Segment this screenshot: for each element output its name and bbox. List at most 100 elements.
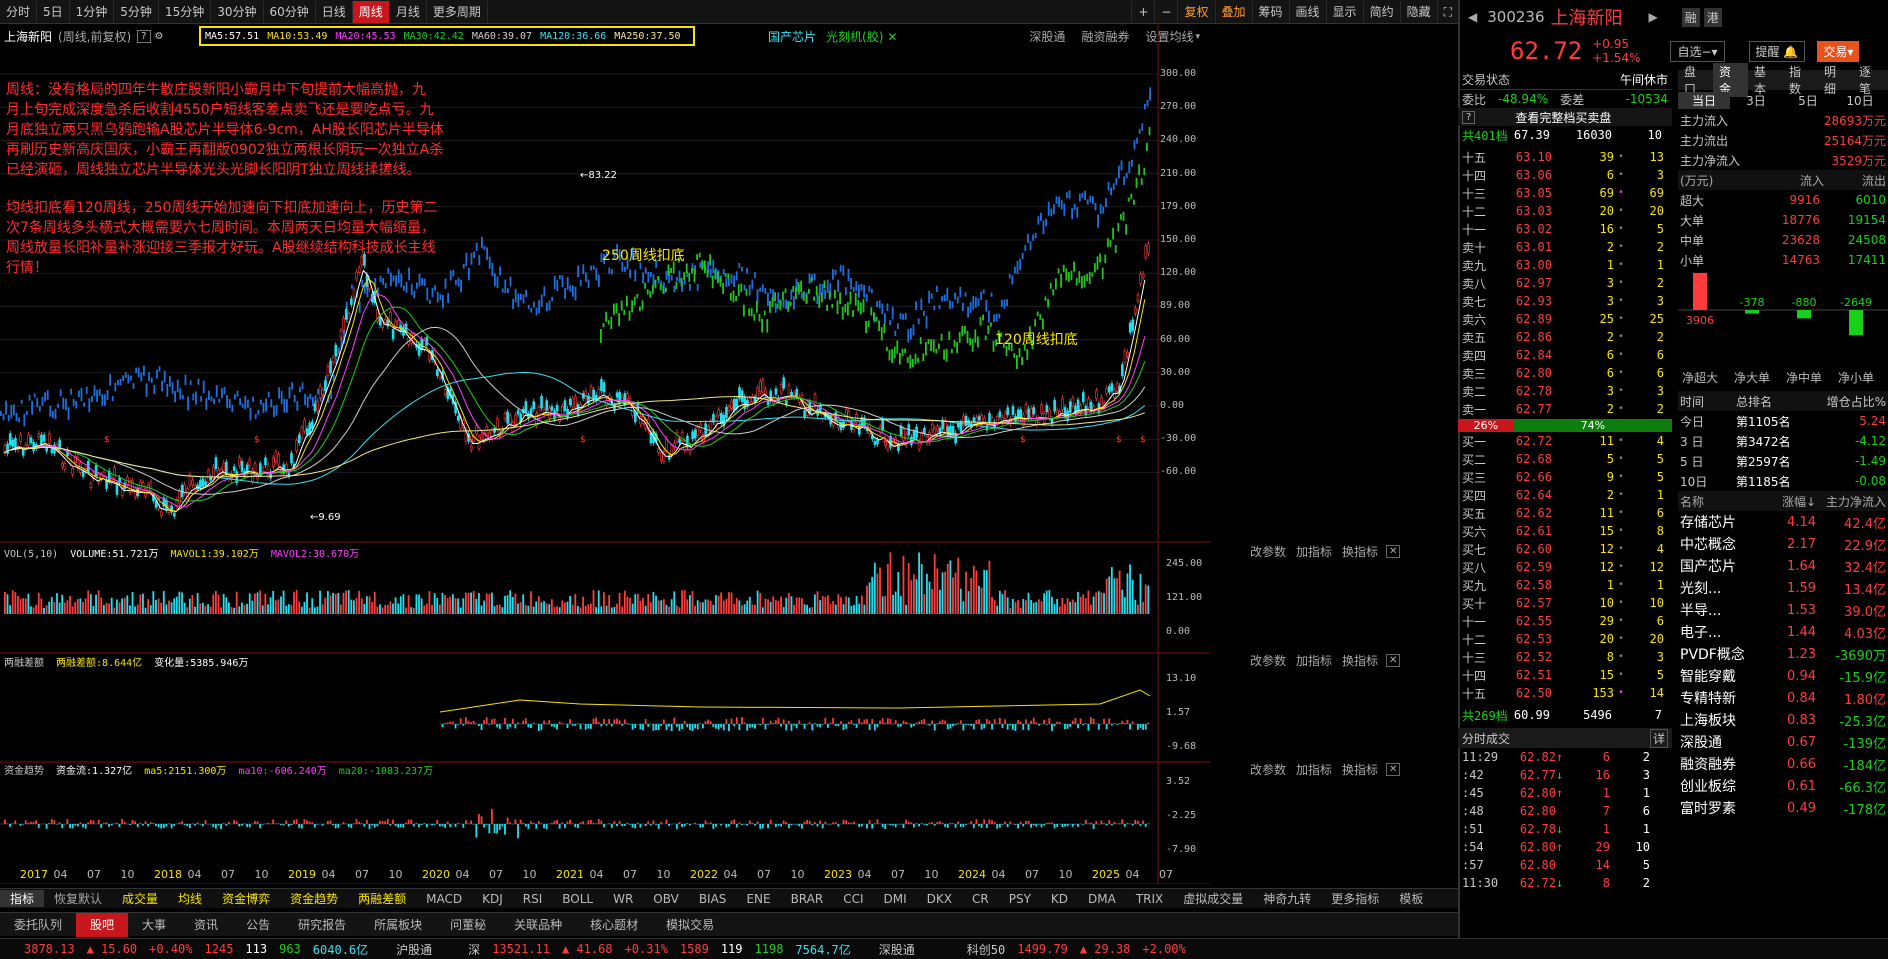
close-icon[interactable]: ✕ — [887, 30, 897, 44]
sector-row[interactable]: 国产芯片 1.64 32.4亿 — [1678, 555, 1888, 577]
chart-tool-button[interactable]: 叠加 — [1214, 0, 1252, 23]
ask-level[interactable]: 卖五 62.86 2 • 2 — [1458, 328, 1672, 346]
chart-tool-button[interactable]: ⛶ — [1436, 0, 1458, 23]
kc-index[interactable]: 1499.79 — [1017, 942, 1068, 956]
margin-badge[interactable]: 融 — [1681, 7, 1700, 27]
ask-level[interactable]: 十五 63.10 39 • 13 — [1458, 148, 1672, 166]
indicator-tab[interactable]: WR — [603, 892, 643, 906]
period-tab[interactable]: 日线 — [316, 0, 353, 23]
indicator-tab[interactable]: MACD — [416, 892, 472, 906]
link-sgt[interactable]: 深股通 — [1029, 28, 1065, 45]
bottom-tab[interactable]: 所属板块 — [360, 913, 436, 937]
indicator-tab[interactable]: DMA — [1078, 892, 1126, 906]
ask-level[interactable]: 十四 63.06 6 • 3 — [1458, 166, 1672, 184]
chart-tool-button[interactable]: + — [1131, 0, 1154, 23]
ask-level[interactable]: 十三 63.05 69 • 69 — [1458, 184, 1672, 202]
next-stock-icon[interactable]: ▶ — [1649, 10, 1658, 24]
indicator-tab[interactable]: TRIX — [1126, 892, 1173, 906]
bid-level[interactable]: 买一 62.72 11 • 4 — [1458, 432, 1672, 450]
trade-button[interactable]: 交易▾ — [1817, 40, 1860, 62]
chart-tool-button[interactable]: 复权 — [1177, 0, 1214, 23]
indicator-tab[interactable]: 更多指标 — [1321, 890, 1389, 907]
bid-level[interactable]: 买二 62.68 5 • 5 — [1458, 450, 1672, 468]
ask-level[interactable]: 卖六 62.89 25 • 25 — [1458, 310, 1672, 328]
indicator-tab[interactable]: OBV — [643, 892, 689, 906]
period-tab[interactable]: 60分钟 — [264, 0, 316, 23]
bid-level[interactable]: 买十 62.57 10 • 10 — [1458, 594, 1672, 612]
bottom-tab[interactable]: 公告 — [232, 913, 284, 937]
indicator-tab[interactable]: 模板 — [1389, 890, 1433, 907]
indicator-tab[interactable]: 资金趋势 — [280, 890, 348, 907]
fund-day-tab[interactable]: 3日 — [1730, 92, 1782, 109]
bottom-tab[interactable]: 委托队列 — [0, 913, 76, 937]
hgt-link[interactable]: 沪股通 — [396, 941, 432, 958]
bottom-tab[interactable]: 研究报告 — [284, 913, 360, 937]
indicator-tab[interactable]: CR — [962, 892, 999, 906]
indicator-tab[interactable]: 资金博弈 — [212, 890, 280, 907]
panel-control-button[interactable]: 加指标 — [1296, 652, 1332, 669]
bottom-tab[interactable]: 关联品种 — [500, 913, 576, 937]
bid-level[interactable]: 十二 62.53 20 • 20 — [1458, 630, 1672, 648]
ma-legend[interactable]: MA5:57.51 MA10:53.49 MA20:45.53 MA30:42.42 M… — [199, 26, 695, 46]
indicator-tab[interactable]: RSI — [513, 892, 553, 906]
indicator-tab[interactable]: ENE — [736, 892, 780, 906]
bottom-tab[interactable]: 股吧 — [76, 912, 129, 937]
sgt-link[interactable]: 深股通 — [879, 941, 915, 958]
period-tab[interactable]: 5日 — [37, 0, 70, 23]
chart-tool-button[interactable]: 筹码 — [1251, 0, 1289, 23]
indicator-tab[interactable]: BIAS — [689, 892, 737, 906]
chart-tool-button[interactable]: 隐藏 — [1399, 0, 1437, 23]
indicator-tab[interactable]: PSY — [999, 892, 1041, 906]
indicator-tab[interactable]: DMI — [874, 892, 917, 906]
indicator-tab[interactable]: CCI — [833, 892, 873, 906]
indicator-tab[interactable]: BRAR — [781, 892, 834, 906]
indicator-tab[interactable]: 均线 — [168, 890, 212, 907]
bid-level[interactable]: 十一 62.55 29 • 6 — [1458, 612, 1672, 630]
sh-index[interactable]: 3878.13 — [24, 942, 75, 956]
period-tab[interactable]: 分时 — [0, 0, 38, 23]
sector-row[interactable]: 专精特新 0.84 1.80亿 — [1678, 687, 1888, 709]
bid-level[interactable]: 买九 62.58 1 • 1 — [1458, 576, 1672, 594]
overlay-tag-chip[interactable]: 国产芯片 — [768, 28, 816, 45]
settings-icon[interactable]: ⚙ — [155, 31, 164, 42]
fund-day-tab[interactable]: 当日 — [1678, 91, 1730, 109]
ask-level[interactable]: 卖三 62.80 6 • 6 — [1458, 364, 1672, 382]
period-tab[interactable]: 1分钟 — [70, 0, 115, 23]
indicator-tab[interactable]: 虚拟成交量 — [1173, 890, 1253, 907]
indicator-tab[interactable]: 成交量 — [112, 890, 168, 907]
period-tab[interactable]: 5分钟 — [114, 0, 159, 23]
ask-level[interactable]: 卖十 63.01 2 • 2 — [1458, 238, 1672, 256]
sector-row[interactable]: 中芯概念 2.17 22.9亿 — [1678, 533, 1888, 555]
bid-level[interactable]: 买四 62.64 2 • 1 — [1458, 486, 1672, 504]
indicator-tab[interactable]: 指标 — [0, 890, 45, 907]
bid-level[interactable]: 十四 62.51 15 • 5 — [1458, 666, 1672, 684]
indicator-tab[interactable]: KDJ — [472, 892, 513, 906]
sector-row[interactable]: 光刻... 1.59 13.4亿 — [1678, 577, 1888, 599]
bottom-tab[interactable]: 资讯 — [180, 913, 232, 937]
ask-level[interactable]: 卖九 63.00 1 • 1 — [1458, 256, 1672, 274]
indicator-tab[interactable]: BOLL — [552, 892, 603, 906]
link-margin[interactable]: 融资融券 — [1081, 28, 1129, 45]
sector-row[interactable]: 电子... 1.44 4.03亿 — [1678, 621, 1888, 643]
sector-row[interactable]: 存储芯片 4.14 42.4亿 — [1678, 511, 1888, 533]
full-book-link[interactable]: 查看完整档买卖盘 — [1515, 109, 1611, 126]
bid-level[interactable]: 买五 62.62 11 • 6 — [1458, 504, 1672, 522]
ask-level[interactable]: 卖八 62.97 3 • 2 — [1458, 274, 1672, 292]
sector-row[interactable]: 半导... 1.53 39.0亿 — [1678, 599, 1888, 621]
bid-level[interactable]: 买七 62.60 12 • 4 — [1458, 540, 1672, 558]
panel-control-button[interactable]: 加指标 — [1296, 761, 1332, 778]
ask-level[interactable]: 十二 63.03 20 • 20 — [1458, 202, 1672, 220]
chart-tool-button[interactable]: 简约 — [1362, 0, 1400, 23]
period-tab[interactable]: 更多周期 — [427, 0, 488, 23]
help-icon[interactable]: ? — [137, 30, 151, 43]
panel-control-button[interactable]: 改参数 — [1250, 543, 1286, 560]
indicator-tab[interactable]: 恢复默认 — [44, 890, 112, 907]
fund-day-tab[interactable]: 5日 — [1782, 92, 1834, 109]
indicator-tab[interactable]: KD — [1041, 892, 1078, 906]
chart-tool-button[interactable]: 显示 — [1325, 0, 1363, 23]
panel-control-button[interactable]: 加指标 — [1296, 543, 1332, 560]
link-ma-settings[interactable]: 设置均线 — [1145, 28, 1193, 45]
period-tab[interactable]: 15分钟 — [159, 0, 212, 23]
ask-level[interactable]: 十一 63.02 16 • 5 — [1458, 220, 1672, 238]
panel-control-button[interactable]: 换指标 — [1342, 761, 1378, 778]
